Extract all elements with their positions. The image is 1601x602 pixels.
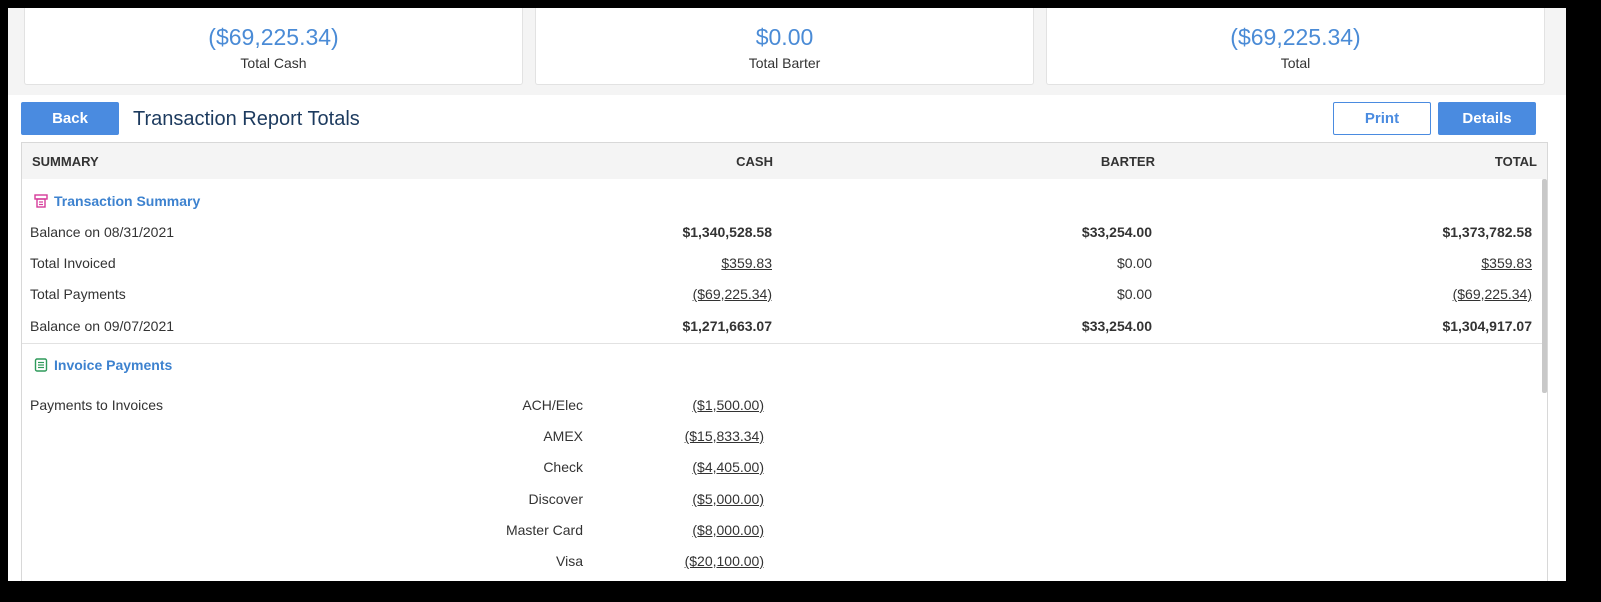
back-button[interactable]: Back [21, 102, 119, 135]
invoice-icon [34, 358, 48, 372]
total-cash-card: ($69,225.34) Total Cash [24, 8, 523, 85]
table-row: AMEX ($15,833.34) [22, 428, 1542, 448]
grand-total-label: Total [1280, 55, 1311, 71]
table-row: Check ($4,405.00) [22, 459, 1542, 479]
table-row: Visa ($20,100.00) [22, 553, 1542, 573]
invoice-payments-heading: Invoice Payments [34, 357, 172, 373]
summary-table: SUMMARY CASH BARTER TOTAL Transaction Su… [21, 142, 1548, 581]
row-total: $1,373,782.58 [1442, 224, 1532, 240]
table-row: Total Invoiced $359.83 $0.00 $359.83 [22, 255, 1542, 275]
total-cash-amount: ($69,225.34) [208, 24, 339, 50]
header-total: TOTAL [1494, 154, 1537, 169]
row-cash: $1,271,663.07 [682, 318, 772, 334]
total-barter-card: $0.00 Total Barter [535, 8, 1034, 85]
row-cash-link[interactable]: $359.83 [721, 255, 772, 271]
payment-amount-link[interactable]: ($4,405.00) [692, 459, 764, 475]
table-row: Total Payments ($69,225.34) $0.00 ($69,2… [22, 286, 1542, 306]
row-barter: $33,254.00 [1081, 318, 1152, 334]
table-header: SUMMARY CASH BARTER TOTAL [22, 143, 1547, 179]
row-total-link[interactable]: ($69,225.34) [1453, 286, 1532, 302]
row-barter: $0.00 [1116, 255, 1152, 271]
payments-to-invoices-label: Payments to Invoices [30, 397, 164, 413]
details-button[interactable]: Details [1438, 102, 1536, 135]
page-title: Transaction Report Totals [133, 108, 360, 130]
table-row: Balance on 09/07/2021 $1,271,663.07 $33,… [22, 318, 1542, 338]
payment-method: ACH/Elec [522, 397, 583, 413]
grand-total-amount: ($69,225.34) [1230, 24, 1361, 50]
row-label: Total Invoiced [30, 255, 116, 271]
vertical-scrollbar[interactable] [1542, 179, 1547, 393]
row-label: Total Payments [30, 286, 126, 302]
receipt-icon [34, 194, 48, 208]
table-row: Balance on 08/31/2021 $1,340,528.58 $33,… [22, 224, 1542, 244]
payment-amount-link[interactable]: ($8,000.00) [692, 522, 764, 538]
section-divider [22, 343, 1542, 344]
payment-amount-link[interactable]: ($15,833.34) [685, 428, 764, 444]
total-cash-label: Total Cash [240, 55, 307, 71]
row-label: Balance on 09/07/2021 [30, 318, 175, 334]
row-cash-link[interactable]: ($69,225.34) [693, 286, 772, 302]
report-frame: ($69,225.34) Total Cash $0.00 Total Bart… [8, 8, 1566, 581]
payment-amount-link[interactable]: ($5,000.00) [692, 491, 764, 507]
total-barter-label: Total Barter [748, 55, 821, 71]
table-row: Payments to Invoices ACH/Elec ($1,500.00… [22, 397, 1542, 417]
grand-total-card: ($69,225.34) Total [1046, 8, 1545, 85]
payment-method: Master Card [505, 522, 583, 538]
totals-summary-bar: ($69,225.34) Total Cash $0.00 Total Bart… [8, 8, 1566, 95]
transaction-summary-heading: Transaction Summary [34, 193, 200, 209]
header-summary: SUMMARY [32, 154, 99, 169]
row-total: $1,304,917.07 [1442, 318, 1532, 334]
header-barter: BARTER [1100, 154, 1155, 169]
payment-amount-link[interactable]: ($1,500.00) [692, 397, 764, 413]
payment-method: Check [543, 459, 583, 475]
row-barter: $33,254.00 [1081, 224, 1152, 240]
payment-method: AMEX [543, 428, 583, 444]
row-cash: $1,340,528.58 [682, 224, 772, 240]
table-row: Master Card ($8,000.00) [22, 522, 1542, 542]
row-total-link[interactable]: $359.83 [1481, 255, 1532, 271]
total-barter-amount: $0.00 [755, 24, 814, 50]
payment-method: Visa [556, 553, 583, 569]
transaction-summary-title: Transaction Summary [54, 193, 201, 209]
payment-method: Discover [528, 491, 583, 507]
row-barter: $0.00 [1116, 286, 1152, 302]
table-row: Discover ($5,000.00) [22, 491, 1542, 511]
header-cash: CASH [736, 154, 773, 169]
row-label: Balance on 08/31/2021 [30, 224, 175, 240]
invoice-payments-title: Invoice Payments [54, 357, 173, 373]
payment-amount-link[interactable]: ($20,100.00) [685, 553, 764, 569]
print-button[interactable]: Print [1333, 102, 1431, 135]
